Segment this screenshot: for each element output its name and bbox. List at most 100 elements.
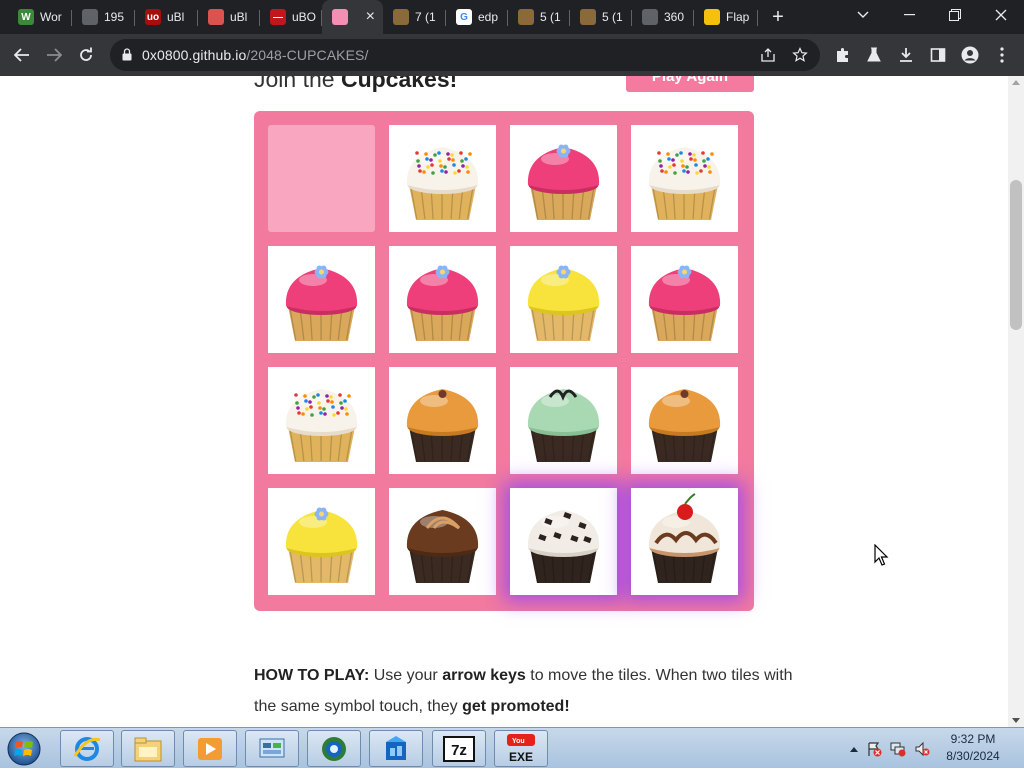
extensions-button[interactable]: [832, 44, 854, 66]
sprinkle-cupcake-icon: [389, 125, 496, 232]
labs-button[interactable]: [863, 44, 885, 66]
star-icon: [792, 47, 808, 63]
taskbar-app-gallery[interactable]: [369, 730, 423, 767]
show-hidden-icons-button[interactable]: [846, 741, 862, 757]
svg-text:EXE: EXE: [509, 750, 533, 764]
stop-icon: —: [270, 9, 286, 25]
browser-tab[interactable]: 7 (1: [383, 0, 446, 34]
network-icon[interactable]: [890, 741, 906, 757]
yellow-cupcake-icon: [510, 246, 617, 353]
reload-button[interactable]: [72, 41, 100, 69]
close-tab-icon[interactable]: ×: [366, 9, 375, 25]
downloads-button[interactable]: [895, 44, 917, 66]
play-again-button[interactable]: Play Again: [626, 76, 754, 92]
side-panel-icon: [930, 47, 946, 63]
svg-text:You: You: [512, 738, 525, 745]
browser-tab[interactable]: 5 (1: [570, 0, 632, 34]
side-panel-button[interactable]: [927, 44, 949, 66]
speaker-muted-icon: [914, 741, 930, 757]
tab-title: uBO: [292, 10, 316, 24]
browser-tab[interactable]: W Wor: [8, 0, 72, 34]
action-center-icon[interactable]: [866, 741, 882, 757]
taskbar-app-media-player[interactable]: [183, 730, 237, 767]
game-board[interactable]: [254, 111, 754, 611]
taskbar-app-youtube-exe[interactable]: You EXE: [494, 730, 548, 767]
tile-pink-cupcake: [268, 246, 375, 353]
flask-icon: [866, 47, 882, 63]
page-title: Join the Cupcakes!: [254, 76, 457, 93]
volume-icon[interactable]: [914, 741, 930, 757]
share-icon: [760, 47, 776, 63]
tile-yellow-cupcake: [510, 246, 617, 353]
browser-tab[interactable]: 195: [72, 0, 135, 34]
browser-tab[interactable]: uouBl: [135, 0, 198, 34]
windows-taskbar: 7z You EXE 9:32 PM 8/30/2024: [0, 727, 1024, 768]
tile-pink-cupcake: [631, 246, 738, 353]
taskbar-app-internet-explorer[interactable]: [60, 730, 114, 767]
gallery-icon: [381, 734, 411, 764]
taskbar-app-browser-globe[interactable]: [307, 730, 361, 767]
tab-title: Wor: [40, 10, 62, 24]
mouse-cursor-icon: [874, 544, 890, 568]
taskbar-app-7zip[interactable]: 7z: [432, 730, 486, 767]
browser-tab[interactable]: 5 (1: [508, 0, 570, 34]
globe-icon: [642, 9, 658, 25]
svg-text:7z: 7z: [451, 742, 467, 759]
close-icon: [995, 9, 1007, 21]
taskbar-app-file-explorer[interactable]: [121, 730, 175, 767]
chevron-up-icon: [850, 746, 858, 752]
tab-search-button[interactable]: [840, 0, 886, 30]
browser-tab[interactable]: Flap: [694, 0, 758, 34]
address-bar[interactable]: 0x0800.github.io/2048-CUPCAKES/: [110, 39, 820, 71]
start-button-icon[interactable]: [4, 731, 44, 767]
tile-sprinkle-cupcake: [268, 367, 375, 474]
tab-title: uBl: [167, 10, 184, 24]
forward-button[interactable]: [40, 41, 68, 69]
w-icon: W: [18, 9, 34, 25]
profile-button[interactable]: [959, 44, 981, 66]
browser-tab[interactable]: 360: [632, 0, 694, 34]
flag-icon: [866, 741, 882, 757]
menu-button[interactable]: [991, 44, 1013, 66]
cherry-sundae-cupcake-icon: [631, 488, 738, 595]
vertical-scrollbar[interactable]: [1008, 76, 1024, 727]
chocolate-swirl-cupcake-icon: [389, 488, 496, 595]
tab-title: uBl: [230, 10, 247, 24]
scroll-up-arrow-icon[interactable]: [1012, 80, 1020, 85]
browser-globe-icon: [319, 734, 349, 764]
caramel-cupcake-icon: [389, 367, 496, 474]
new-tab-button[interactable]: +: [766, 5, 790, 29]
page-viewport: Join the Cupcakes! Play Again: [0, 76, 1008, 727]
scrollbar-thumb[interactable]: [1010, 180, 1022, 330]
7zip-icon: 7z: [443, 736, 475, 762]
download-icon: [898, 47, 914, 63]
browser-tab[interactable]: uBl: [198, 0, 260, 34]
browser-tab[interactable]: Gedp: [446, 0, 508, 34]
share-button[interactable]: [758, 45, 778, 65]
browser-tab[interactable]: ×: [322, 0, 383, 34]
taskbar-clock[interactable]: 9:32 PM 8/30/2024: [930, 731, 1016, 765]
globe-icon: [82, 9, 98, 25]
minimize-icon: [904, 14, 915, 16]
close-window-button[interactable]: [978, 0, 1024, 30]
browser-tab[interactable]: — uBO: [260, 0, 322, 34]
network-status-icon: [890, 741, 906, 757]
tab-title: edp: [478, 10, 498, 24]
puzzle-icon: [835, 47, 851, 63]
image-icon: [208, 9, 224, 25]
sprinkle-cupcake-icon: [631, 125, 738, 232]
folder-icon: [393, 9, 409, 25]
scroll-down-arrow-icon[interactable]: [1012, 718, 1020, 723]
bookmark-button[interactable]: [790, 45, 810, 65]
kebab-menu-icon: [1000, 47, 1004, 63]
pink-cupcake-icon: [631, 246, 738, 353]
back-button[interactable]: [8, 41, 36, 69]
restore-button[interactable]: [932, 0, 978, 30]
empty-cell: [268, 125, 375, 232]
internet-explorer-icon: [72, 734, 102, 764]
tile-cherry-sundae-cupcake: [631, 488, 738, 595]
control-panel-icon: [257, 735, 287, 763]
taskbar-app-control-panel[interactable]: [245, 730, 299, 767]
minimize-button[interactable]: [886, 0, 932, 30]
url-text: 0x0800.github.io/2048-CUPCAKES/: [142, 47, 368, 63]
